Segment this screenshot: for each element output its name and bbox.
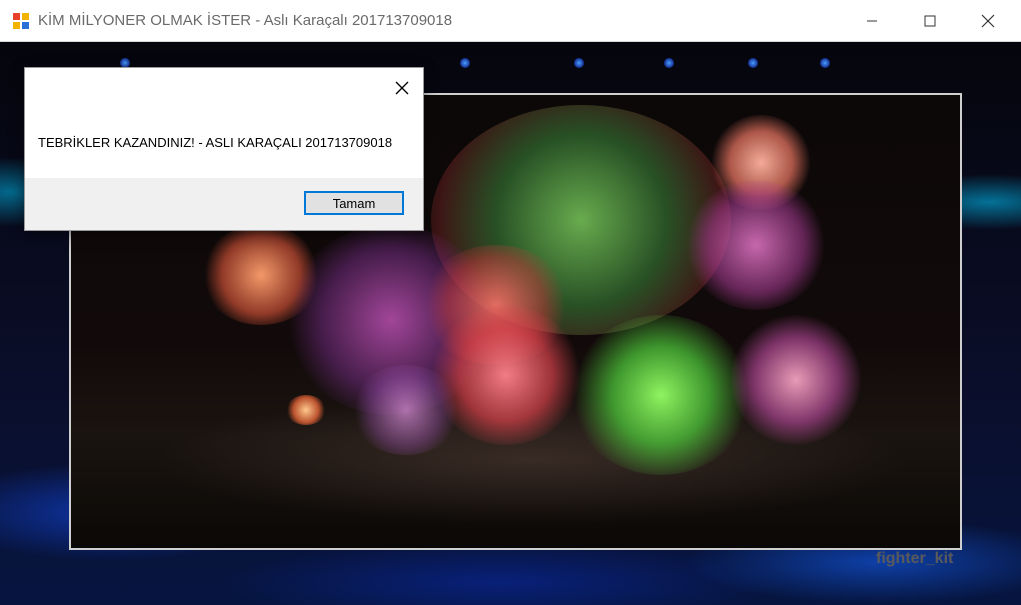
- minimize-icon: [867, 20, 877, 22]
- close-button[interactable]: [959, 0, 1017, 42]
- ok-button[interactable]: Tamam: [304, 191, 404, 215]
- firework-burst: [286, 395, 326, 425]
- title-bar: KİM MİLYONER OLMAK İSTER - Aslı Karaçalı…: [0, 0, 1021, 42]
- window-title: KİM MİLYONER OLMAK İSTER - Aslı Karaçalı…: [38, 12, 453, 29]
- app-icon[interactable]: [12, 12, 30, 30]
- maximize-icon: [924, 15, 936, 27]
- message-dialog: TEBRİKLER KAZANDINIZ! - ASLI KARAÇALI 20…: [24, 67, 424, 231]
- dialog-close-button[interactable]: [389, 76, 415, 100]
- dialog-footer: Tamam: [25, 178, 423, 230]
- dialog-message: TEBRİKLER KAZANDINIZ! - ASLI KARAÇALI 20…: [38, 135, 393, 150]
- firework-burst: [571, 315, 751, 475]
- watermark: fighter_kit: [876, 550, 954, 567]
- minimize-button[interactable]: [843, 0, 901, 42]
- firework-burst: [731, 315, 861, 445]
- firework-burst: [351, 365, 461, 455]
- maximize-button[interactable]: [901, 0, 959, 42]
- close-icon: [981, 14, 995, 28]
- close-icon: [395, 81, 409, 95]
- firework-burst: [686, 180, 826, 310]
